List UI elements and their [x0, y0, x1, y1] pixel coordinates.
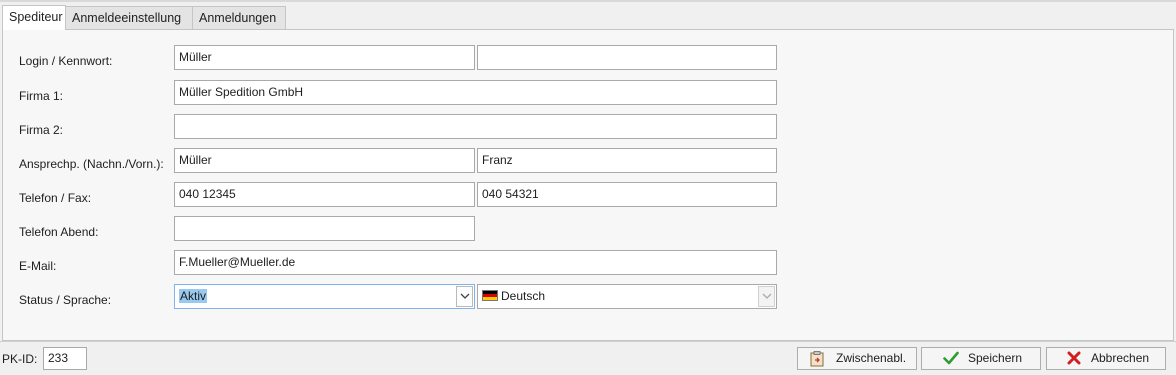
fax-input[interactable]: 040 54321 — [477, 182, 777, 207]
login-label: Login / Kennwort: — [19, 54, 113, 68]
save-button[interactable]: Speichern — [921, 347, 1041, 370]
status-select[interactable]: Aktiv — [174, 284, 475, 309]
tab-spediteur[interactable]: Spediteur — [2, 5, 66, 30]
telefon-input[interactable]: 040 12345 — [174, 182, 475, 207]
tab-anmeldeeinstellung[interactable]: Anmeldeeinstellung — [65, 6, 193, 29]
firma1-label: Firma 1: — [19, 89, 64, 103]
save-button-label: Speichern — [968, 351, 1023, 365]
password-input[interactable] — [477, 45, 777, 70]
tab-panel-spediteur: Login / Kennwort: Müller Firma 1: Müller… — [2, 29, 1174, 341]
pk-id-label: PK-ID: — [2, 352, 38, 366]
status-label: Status / Sprache: — [19, 293, 112, 307]
status-value: Aktiv — [179, 289, 208, 303]
tab-anmeldungen[interactable]: Anmeldungen — [192, 6, 286, 29]
sprache-select[interactable]: Deutsch — [477, 284, 777, 309]
chevron-down-icon[interactable] — [456, 286, 473, 307]
telefon-abend-input[interactable] — [174, 216, 475, 241]
clipboard-button-label: Zwischenabl. — [836, 351, 907, 365]
clipboard-button[interactable]: Zwischenabl. — [797, 347, 917, 370]
firma2-label: Firma 2: — [19, 123, 64, 137]
chevron-down-icon[interactable] — [758, 286, 775, 307]
window: Spediteur Anmeldeeinstellung Anmeldungen… — [0, 0, 1176, 375]
cancel-button[interactable]: Abbrechen — [1046, 347, 1166, 370]
footer-bar: PK-ID: 233 Zwischenabl. Speichern Abbrec… — [0, 341, 1176, 375]
firma2-input[interactable] — [174, 114, 777, 139]
sprache-value: Deutsch — [482, 285, 545, 308]
checkmark-icon — [943, 351, 959, 372]
pk-id-field[interactable]: 233 — [43, 347, 87, 370]
clipboard-icon — [810, 351, 824, 374]
telefon-abend-label: Telefon Abend: — [19, 225, 99, 239]
close-x-icon — [1067, 351, 1081, 372]
telefon-label: Telefon / Fax: — [19, 191, 92, 205]
cancel-button-label: Abbrechen — [1091, 351, 1150, 365]
vorname-input[interactable]: Franz — [477, 148, 777, 173]
email-label: E-Mail: — [19, 259, 57, 273]
nachname-input[interactable]: Müller — [174, 148, 475, 173]
email-input[interactable]: F.Mueller@Mueller.de — [174, 250, 777, 275]
ansprech-label: Ansprechp. (Nachn./Vorn.): — [19, 157, 164, 171]
firma1-input[interactable]: Müller Spedition GmbH — [174, 80, 777, 105]
login-input[interactable]: Müller — [174, 45, 475, 70]
german-flag-icon — [482, 290, 498, 301]
